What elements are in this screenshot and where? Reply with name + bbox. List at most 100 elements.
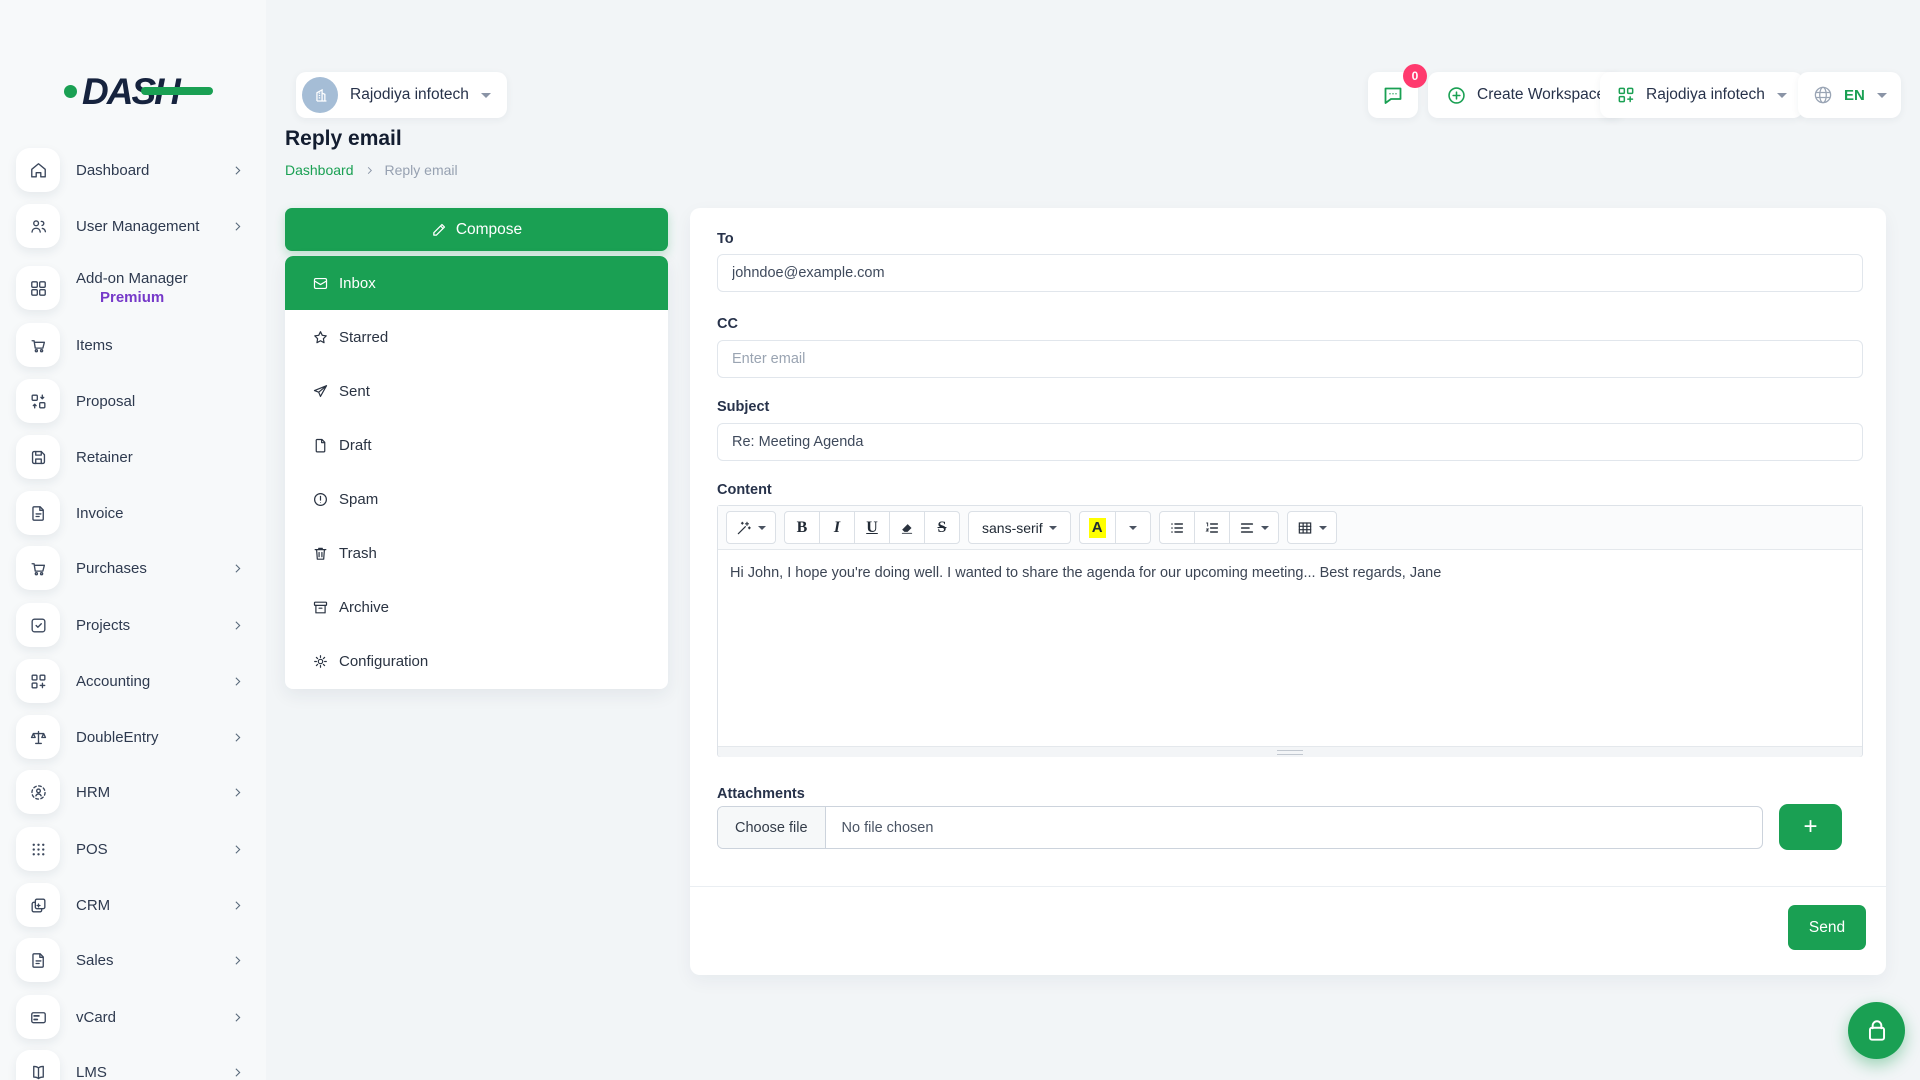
- to-input[interactable]: [717, 254, 1863, 292]
- sidebar-item-pos[interactable]: POS: [16, 827, 252, 871]
- mail-folder-draft[interactable]: Draft: [285, 418, 668, 472]
- accounting-icon: [16, 659, 60, 703]
- sidebar-item-dashboard[interactable]: Dashboard: [16, 148, 252, 192]
- dots-grid-icon: [16, 827, 60, 871]
- org-dropdown[interactable]: Rajodiya infotech: [1600, 72, 1803, 118]
- italic-button[interactable]: I: [819, 511, 855, 544]
- paragraph-align-dropdown[interactable]: [1229, 511, 1279, 544]
- file-chosen-text: No file chosen: [826, 820, 934, 836]
- attachment-file-input[interactable]: Choose file No file chosen: [717, 806, 1763, 849]
- italic-glyph: I: [834, 519, 840, 537]
- font-color-dropdown[interactable]: [1115, 511, 1151, 544]
- cc-input[interactable]: [717, 340, 1863, 378]
- content-editable-area[interactable]: Hi John, I hope you're doing well. I wan…: [718, 550, 1862, 746]
- chevron-down-icon: [1877, 93, 1887, 98]
- sidebar-item-label: Items: [76, 337, 113, 354]
- highlight-a-glyph: A: [1089, 518, 1106, 538]
- create-workspace-label: Create Workspace: [1477, 86, 1605, 104]
- sidebar-item-addon-manager[interactable]: Add-on Manager Premium: [16, 262, 252, 314]
- resize-grip[interactable]: [1277, 750, 1303, 755]
- breadcrumb-current: Reply email: [385, 162, 458, 178]
- sidebar-item-crm[interactable]: CRM: [16, 883, 252, 927]
- ordered-list-button[interactable]: [1194, 511, 1230, 544]
- chevron-right-icon: [231, 899, 244, 912]
- mail-folder-inbox[interactable]: Inbox: [285, 256, 668, 310]
- floating-cart-button[interactable]: [1848, 1002, 1905, 1059]
- clear-format-button[interactable]: [889, 511, 925, 544]
- mail-folder-trash[interactable]: Trash: [285, 526, 668, 580]
- messages-button[interactable]: 0: [1368, 72, 1418, 118]
- sidebar-item-invoice[interactable]: Invoice: [16, 491, 252, 535]
- workspace-selector[interactable]: Rajodiya infotech: [296, 72, 507, 118]
- cc-label: CC: [717, 316, 738, 332]
- underline-button[interactable]: U: [854, 511, 890, 544]
- sidebar-item-sales[interactable]: Sales: [16, 938, 252, 982]
- breadcrumb: Dashboard Reply email: [285, 162, 458, 178]
- sidebar-item-label: Retainer: [76, 449, 133, 466]
- underline-glyph: U: [866, 519, 878, 537]
- sidebar-item-proposal[interactable]: Proposal: [16, 379, 252, 423]
- attachments-label: Attachments: [717, 786, 805, 802]
- chevron-right-icon: [231, 562, 244, 575]
- numbered-list-icon: [1204, 520, 1220, 536]
- chevron-right-icon: [231, 843, 244, 856]
- sidebar-item-retainer[interactable]: Retainer: [16, 435, 252, 479]
- breadcrumb-dashboard-link[interactable]: Dashboard: [285, 162, 354, 178]
- mail-folder-label: Trash: [339, 545, 377, 562]
- sidebar-item-label: Purchases: [76, 560, 147, 577]
- chevron-right-icon: [364, 165, 375, 176]
- chevron-right-icon: [231, 164, 244, 177]
- sidebar-item-hrm[interactable]: HRM: [16, 770, 252, 814]
- magic-wand-icon: [736, 520, 752, 536]
- mail-folder-label: Archive: [339, 599, 389, 616]
- table-icon: [1297, 520, 1313, 536]
- language-dropdown[interactable]: EN: [1798, 72, 1901, 118]
- sidebar-item-purchases[interactable]: Purchases: [16, 546, 252, 590]
- sidebar-item-vcard[interactable]: vCard: [16, 995, 252, 1039]
- sidebar-item-items[interactable]: Items: [16, 323, 252, 367]
- create-workspace-button[interactable]: Create Workspace: [1428, 72, 1623, 118]
- choose-file-button[interactable]: Choose file: [718, 807, 826, 848]
- style-magic-button[interactable]: [726, 511, 776, 544]
- mail-folder-starred[interactable]: Starred: [285, 310, 668, 364]
- eraser-icon: [899, 520, 915, 536]
- cart-icon: [16, 546, 60, 590]
- unordered-list-button[interactable]: [1159, 511, 1195, 544]
- sidebar-item-label: Accounting: [76, 673, 150, 690]
- chevron-down-icon: [1777, 93, 1787, 98]
- mail-folder-spam[interactable]: Spam: [285, 472, 668, 526]
- chevron-right-icon: [231, 675, 244, 688]
- editor-statusbar: [718, 746, 1862, 757]
- sidebar-item-label: POS: [76, 841, 108, 858]
- bold-button[interactable]: B: [784, 511, 820, 544]
- mail-folder-archive[interactable]: Archive: [285, 580, 668, 634]
- mail-folder-sent[interactable]: Sent: [285, 364, 668, 418]
- trash-icon: [312, 545, 329, 562]
- sidebar-item-label: Add-on Manager Premium: [76, 270, 188, 306]
- sidebar-item-accounting[interactable]: Accounting: [16, 659, 252, 703]
- rich-text-editor: B I U S sans-serif A: [717, 505, 1863, 757]
- subject-label: Subject: [717, 399, 769, 415]
- sidebar-item-doubleentry[interactable]: DoubleEntry: [16, 715, 252, 759]
- chevron-right-icon: [231, 954, 244, 967]
- sidebar-item-user-management[interactable]: User Management: [16, 204, 252, 248]
- compose-button[interactable]: Compose: [285, 208, 668, 251]
- mail-folder-configuration[interactable]: Configuration: [285, 634, 668, 688]
- editor-toolbar: B I U S sans-serif A: [718, 506, 1862, 550]
- table-dropdown[interactable]: [1287, 511, 1337, 544]
- sidebar-item-label: HRM: [76, 784, 110, 801]
- send-button[interactable]: Send: [1788, 905, 1866, 950]
- sidebar-item-lms[interactable]: LMS: [16, 1050, 252, 1080]
- font-family-dropdown[interactable]: sans-serif: [968, 511, 1071, 544]
- brand-logo[interactable]: DASH: [64, 70, 179, 112]
- font-color-button[interactable]: A: [1079, 511, 1116, 544]
- home-icon: [16, 148, 60, 192]
- sidebar-item-label: Invoice: [76, 505, 124, 522]
- bold-glyph: B: [797, 519, 808, 537]
- sidebar-item-label: DoubleEntry: [76, 729, 159, 746]
- to-label: To: [717, 231, 734, 247]
- sidebar-item-projects[interactable]: Projects: [16, 603, 252, 647]
- subject-input[interactable]: [717, 423, 1863, 461]
- add-attachment-button[interactable]: +: [1779, 804, 1842, 850]
- strikethrough-button[interactable]: S: [924, 511, 960, 544]
